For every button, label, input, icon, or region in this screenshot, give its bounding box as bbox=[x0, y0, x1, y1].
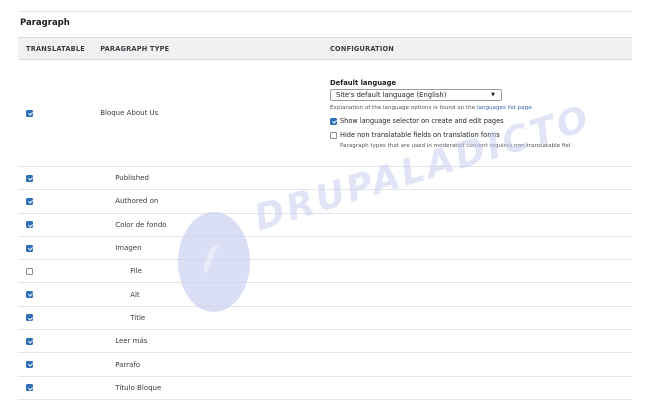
show-language-selector-option[interactable]: Show language selector on create and edi… bbox=[330, 117, 632, 125]
translatable-checkbox[interactable] bbox=[26, 221, 33, 229]
field-label: Published bbox=[115, 174, 149, 183]
translatable-checkbox[interactable] bbox=[26, 267, 33, 275]
translatable-checkbox[interactable] bbox=[26, 291, 33, 299]
section-title: Paragraph bbox=[20, 18, 70, 28]
configuration-panel: Default language Site's default language… bbox=[330, 77, 632, 149]
hide-nontranslatable-checkbox[interactable] bbox=[330, 131, 337, 139]
hide-nontranslatable-description: Paragraph types that are used in moderat… bbox=[340, 143, 571, 149]
languages-list-link[interactable]: languages list page bbox=[477, 105, 532, 111]
field-label: Alt bbox=[130, 290, 140, 299]
table-row: File bbox=[18, 259, 632, 284]
field-label: Leer más bbox=[115, 337, 148, 346]
field-label: Título Bloque bbox=[115, 383, 162, 392]
table-row: Imagen bbox=[18, 236, 632, 261]
dropdown-arrow-icon: ▼ bbox=[491, 92, 495, 98]
table-row: Alt bbox=[18, 282, 632, 307]
col-configuration: CONFIGURATION bbox=[330, 37, 632, 60]
field-label: Imagen bbox=[115, 244, 142, 253]
default-language-select[interactable]: Site's default language (English) ▼ bbox=[330, 89, 502, 101]
paragraph-type-label: Bloque About Us bbox=[100, 109, 159, 117]
table-row: Published bbox=[18, 166, 632, 191]
table-header-row: TRANSLATABLE PARAGRAPH TYPE CONFIGURATIO… bbox=[18, 37, 632, 60]
table-row: Título Bloque bbox=[18, 376, 632, 400]
hide-nontranslatable-label: Hide non translatable fields on translat… bbox=[340, 131, 500, 139]
table-row: Title bbox=[18, 306, 632, 331]
translatable-checkbox[interactable] bbox=[26, 244, 33, 252]
translatable-checkbox[interactable] bbox=[26, 314, 33, 322]
col-paragraph-type: PARAGRAPH TYPE bbox=[100, 37, 330, 60]
field-label: File bbox=[130, 267, 142, 276]
col-translatable: TRANSLATABLE bbox=[18, 37, 101, 60]
field-label: Authored on bbox=[115, 197, 159, 206]
hide-nontranslatable-option[interactable]: Hide non translatable fields on translat… bbox=[330, 131, 632, 139]
translatable-checkbox[interactable] bbox=[26, 174, 33, 182]
table-row-main: Bloque About Us Default language Site's … bbox=[18, 59, 632, 167]
show-language-selector-label: Show language selector on create and edi… bbox=[340, 117, 504, 125]
table-row: Leer más bbox=[18, 329, 632, 354]
translatable-checkbox[interactable] bbox=[26, 384, 33, 392]
table-row: Color de fondo bbox=[18, 213, 632, 237]
field-label: Color de fondo bbox=[115, 220, 167, 229]
default-language-label: Default language bbox=[330, 79, 397, 87]
show-language-selector-checkbox[interactable] bbox=[330, 117, 337, 125]
translatable-checkbox[interactable] bbox=[26, 337, 33, 345]
translatable-checkbox[interactable] bbox=[26, 197, 33, 205]
top-divider bbox=[18, 11, 632, 12]
field-label: Title bbox=[130, 313, 146, 322]
table-row: Parrafo bbox=[18, 352, 632, 377]
paragraph-translation-table: TRANSLATABLE PARAGRAPH TYPE CONFIGURATIO… bbox=[18, 37, 632, 400]
default-language-value: Site's default language (English) bbox=[336, 91, 447, 99]
translatable-checkbox[interactable] bbox=[26, 361, 33, 369]
field-label: Parrafo bbox=[115, 360, 141, 369]
language-explanation: Explanation of the language options is f… bbox=[330, 105, 534, 111]
translatable-checkbox[interactable] bbox=[26, 109, 33, 117]
table-row: Authored on bbox=[18, 189, 632, 214]
